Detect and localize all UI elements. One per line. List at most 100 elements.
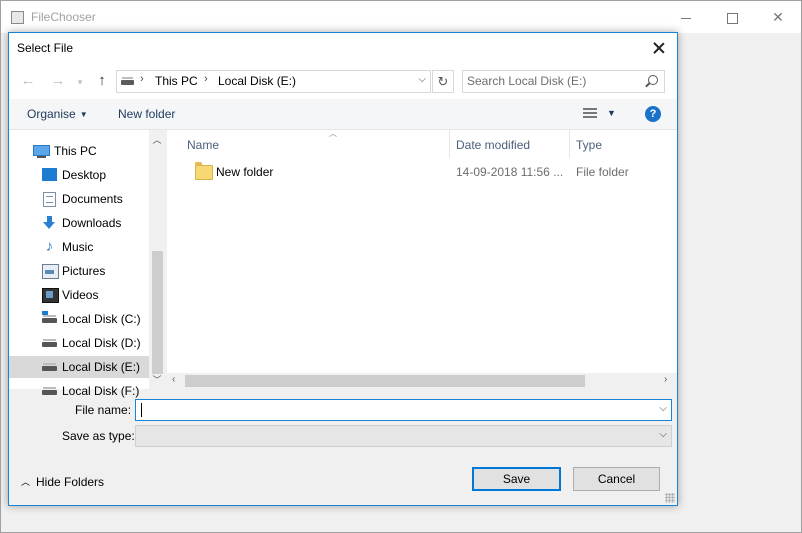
system-drive-icon [42, 311, 57, 323]
app-icon [11, 11, 24, 24]
downloads-icon [42, 216, 57, 229]
hide-folders-button[interactable]: ︿ Hide Folders [21, 475, 104, 489]
drive-icon [42, 363, 57, 371]
file-row[interactable]: New folder 14-09-2018 11:56 ... File fol… [167, 161, 677, 183]
refresh-icon: ↻ [437, 74, 449, 89]
nav-item-local-disk-d[interactable]: Local Disk (D:) [9, 332, 149, 354]
refresh-button[interactable]: ↻ [432, 70, 454, 93]
file-name-combobox[interactable]: ⌵ [135, 399, 672, 421]
dialog-titlebar: Select File [9, 33, 677, 63]
nav-item-label: Music [62, 240, 94, 254]
address-dropdown-icon[interactable]: ⌵ [418, 74, 426, 85]
recent-locations-dropdown-icon[interactable]: ▾ [71, 73, 89, 91]
desktop-icon [42, 168, 57, 181]
column-header-label: Name [187, 138, 220, 152]
breadcrumb-this-pc[interactable]: This PC [155, 74, 198, 88]
dialog-close-button[interactable] [649, 38, 669, 58]
breadcrumb-local-disk-e[interactable]: Local Disk (E:) [218, 74, 296, 88]
nav-item-local-disk-e[interactable]: Local Disk (E:) [9, 356, 149, 378]
nav-item-label: Desktop [62, 168, 107, 182]
maximize-button[interactable] [709, 1, 755, 33]
scrollbar-thumb[interactable] [152, 251, 163, 374]
nav-item-pictures[interactable]: Pictures [9, 260, 149, 282]
organise-button[interactable]: Organise ▼ [27, 107, 88, 121]
drive-icon [42, 387, 57, 395]
column-header-label: Type [576, 138, 603, 152]
address-bar[interactable]: › This PC › Local Disk (E:) ⌵ [116, 70, 431, 93]
nav-item-label: Local Disk (E:) [62, 360, 141, 374]
help-icon[interactable]: ? [645, 106, 661, 122]
nav-item-videos[interactable]: Videos [9, 284, 149, 306]
chevron-down-icon: ▼ [79, 110, 88, 119]
save-button[interactable]: Save [472, 467, 561, 491]
nav-item-local-disk-c[interactable]: Local Disk (C:) [9, 308, 149, 330]
column-header-name[interactable]: Name ︿ [187, 129, 449, 158]
file-list-pane: Name ︿ Date modified Type New folder 14-… [167, 129, 677, 389]
nav-item-label: This PC [54, 144, 97, 158]
back-arrow-icon[interactable]: ← [19, 72, 37, 90]
file-name-label: File name: [75, 403, 132, 417]
close-icon: ✕ [772, 9, 784, 25]
column-divider[interactable] [569, 130, 570, 158]
dialog-title: Select File [17, 41, 74, 55]
file-name: New folder [216, 165, 274, 179]
search-icon [648, 75, 658, 85]
column-header-label: Date modified [456, 138, 531, 152]
nav-item-music[interactable]: ♪ Music [9, 236, 149, 258]
file-list-horizontal-scrollbar[interactable]: ‹ › [167, 373, 677, 389]
navigation-scrollbar[interactable]: ︿ ﹀ [149, 130, 165, 389]
nav-item-label: Videos [62, 288, 99, 302]
chevron-down-icon[interactable]: ⌵ [659, 429, 667, 440]
save-as-type-label: Save as type: [62, 429, 135, 443]
music-icon: ♪ [45, 238, 54, 255]
view-dropdown-icon[interactable]: ▼ [607, 108, 616, 118]
file-type: File folder [576, 165, 629, 179]
cancel-button[interactable]: Cancel [573, 467, 660, 491]
nav-item-this-pc[interactable]: This PC [9, 140, 149, 162]
outer-close-button[interactable]: ✕ [755, 1, 801, 33]
drive-icon [121, 77, 134, 85]
scrollbar-thumb[interactable] [185, 375, 585, 387]
scroll-left-icon[interactable]: ‹ [172, 374, 175, 385]
outer-titlebar: FileChooser ✕ [1, 1, 801, 33]
pictures-icon [42, 264, 59, 279]
drive-icon [42, 339, 57, 347]
scroll-up-icon[interactable]: ︿ [149, 133, 165, 146]
nav-item-local-disk-f[interactable]: Local Disk (F:) [9, 380, 149, 402]
breadcrumb-chevron-icon[interactable]: › [204, 73, 208, 85]
chevron-up-icon: ︿ [21, 477, 31, 487]
outer-window-title: FileChooser [31, 10, 96, 24]
search-box[interactable] [462, 70, 665, 93]
scroll-down-icon[interactable]: ﹀ [149, 373, 165, 386]
nav-item-documents[interactable]: Documents [9, 188, 149, 210]
text-cursor [141, 403, 142, 417]
search-input[interactable] [467, 73, 637, 89]
sort-ascending-icon: ︿ [329, 129, 337, 138]
column-divider[interactable] [449, 130, 450, 158]
breadcrumb-chevron-icon[interactable]: › [140, 73, 144, 85]
column-header-type[interactable]: Type [576, 130, 676, 158]
column-header-date-modified[interactable]: Date modified [456, 130, 570, 158]
resize-grip-icon[interactable] [665, 493, 675, 503]
file-name-input[interactable] [139, 402, 644, 418]
up-arrow-icon[interactable]: ↑ [93, 72, 111, 90]
minimize-button[interactable] [663, 1, 709, 33]
nav-item-label: Pictures [62, 264, 106, 278]
chevron-down-icon[interactable]: ⌵ [659, 403, 667, 414]
select-file-dialog: Select File ← → ▾ ↑ › This PC › Local Di… [8, 32, 678, 506]
save-as-type-select[interactable]: ⌵ [135, 425, 672, 447]
nav-item-label: Local Disk (D:) [62, 336, 141, 350]
nav-item-downloads[interactable]: Downloads [9, 212, 149, 234]
address-row: ← → ▾ ↑ › This PC › Local Disk (E:) ⌵ ↻ [9, 63, 677, 99]
nav-item-desktop[interactable]: Desktop [9, 164, 149, 186]
forward-arrow-icon[interactable]: → [49, 72, 67, 90]
new-folder-button[interactable]: New folder [118, 107, 175, 121]
folder-icon [195, 162, 213, 180]
file-date-modified: 14-09-2018 11:56 ... [456, 165, 564, 179]
maximize-icon [726, 12, 738, 24]
hide-folders-label: Hide Folders [36, 475, 105, 489]
view-options-icon[interactable] [583, 108, 597, 119]
nav-item-label: Downloads [62, 216, 122, 230]
scroll-right-icon[interactable]: › [664, 374, 667, 385]
nav-item-label: Local Disk (C:) [62, 312, 141, 326]
